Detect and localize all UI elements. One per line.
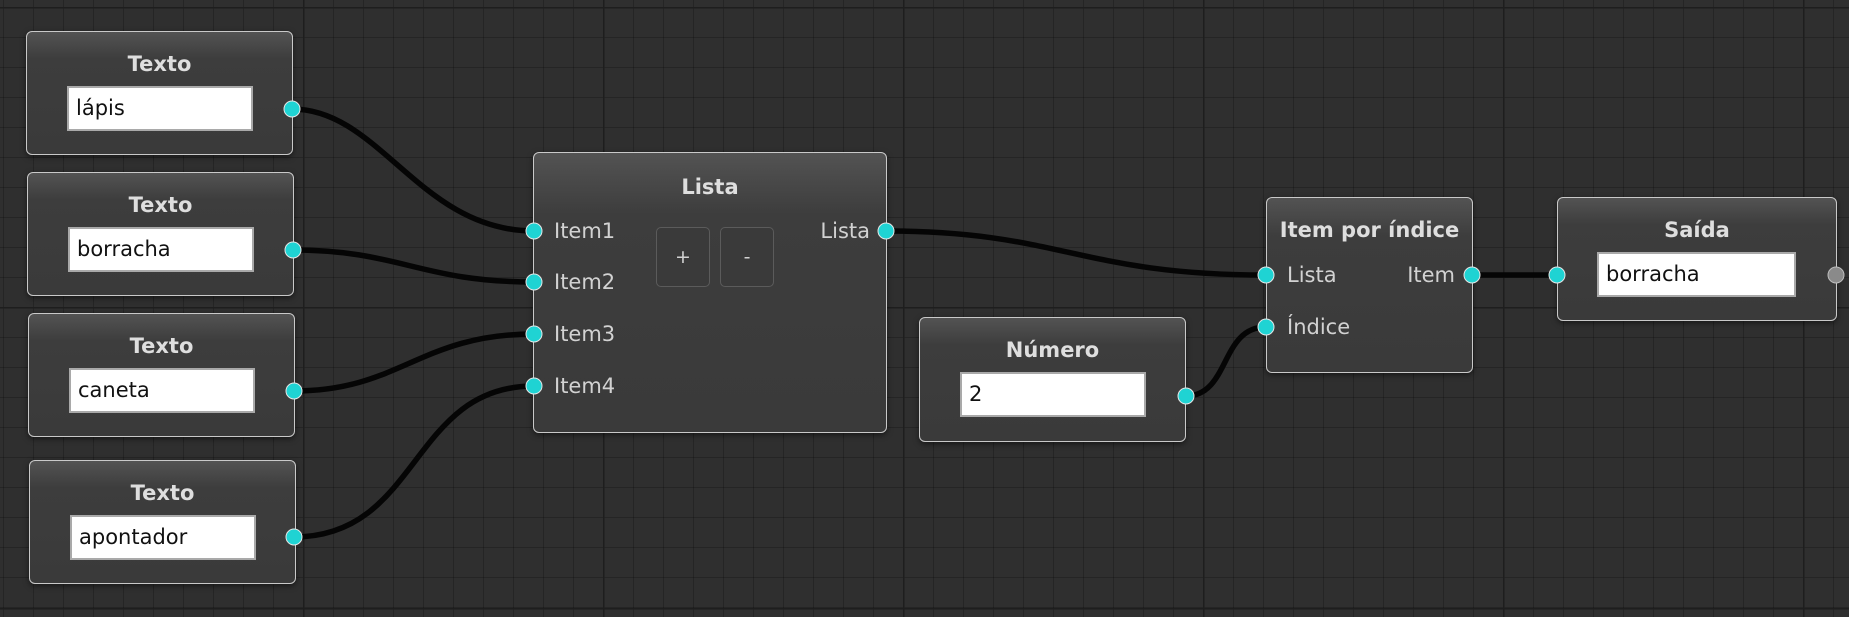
text-node-3[interactable]: Texto caneta xyxy=(28,313,295,437)
text-input[interactable]: lápis xyxy=(67,86,253,131)
text-node-1[interactable]: Texto lápis xyxy=(26,31,293,155)
input-port-item2[interactable] xyxy=(525,273,543,291)
text-input[interactable]: borracha xyxy=(68,227,254,272)
wire-lista-to-index xyxy=(883,228,1269,278)
number-node[interactable]: Número 2 xyxy=(919,317,1186,442)
wire-numero-to-indice xyxy=(1183,324,1269,399)
port-label-item3: Item3 xyxy=(554,322,616,346)
input-port-item4[interactable] xyxy=(525,377,543,395)
node-title: Texto xyxy=(128,193,193,217)
number-input[interactable]: 2 xyxy=(960,372,1146,417)
node-title: Texto xyxy=(130,481,195,505)
text-input[interactable]: apontador xyxy=(70,515,256,560)
output-port-lista[interactable] xyxy=(877,222,895,240)
port-label-indice: Índice xyxy=(1287,315,1351,339)
wire-texto1-item1 xyxy=(289,106,537,234)
input-port-saida[interactable] xyxy=(1548,266,1566,284)
output-port[interactable] xyxy=(285,382,303,400)
node-title: Texto xyxy=(127,52,192,76)
input-port-indice[interactable] xyxy=(1257,318,1275,336)
output-port[interactable] xyxy=(284,241,302,259)
node-title: Item por índice xyxy=(1279,218,1460,242)
wire-texto2-item2 xyxy=(290,247,537,285)
output-port-numero[interactable] xyxy=(1177,387,1195,405)
input-port-lista[interactable] xyxy=(1257,266,1275,284)
output-port-item[interactable] xyxy=(1463,266,1481,284)
wire-texto3-item3 xyxy=(291,331,537,394)
node-title: Texto xyxy=(129,334,194,358)
text-node-2[interactable]: Texto borracha xyxy=(27,172,294,296)
port-label-item2: Item2 xyxy=(554,270,616,294)
port-label-lista-input: Lista xyxy=(1287,263,1337,287)
remove-item-button[interactable]: - xyxy=(720,227,774,287)
port-label-item-output: Item xyxy=(1407,263,1455,287)
output-field[interactable]: borracha xyxy=(1597,252,1796,297)
port-label-item1: Item1 xyxy=(554,219,616,243)
wire-texto4-item4 xyxy=(291,383,537,540)
port-label-lista-output: Lista xyxy=(820,219,870,243)
output-port[interactable] xyxy=(285,528,303,546)
text-node-4[interactable]: Texto apontador xyxy=(29,460,296,584)
input-port-item3[interactable] xyxy=(525,325,543,343)
output-node[interactable]: Saída borracha xyxy=(1557,197,1837,321)
node-title: Número xyxy=(1005,338,1100,362)
input-port-item1[interactable] xyxy=(525,222,543,240)
port-label-item4: Item4 xyxy=(554,374,616,398)
text-input[interactable]: caneta xyxy=(69,368,255,413)
node-title: Saída xyxy=(1664,218,1730,242)
output-port-saida[interactable] xyxy=(1827,266,1845,284)
add-item-button[interactable]: + xyxy=(656,227,710,287)
output-port[interactable] xyxy=(283,100,301,118)
node-title: Lista xyxy=(681,175,739,199)
